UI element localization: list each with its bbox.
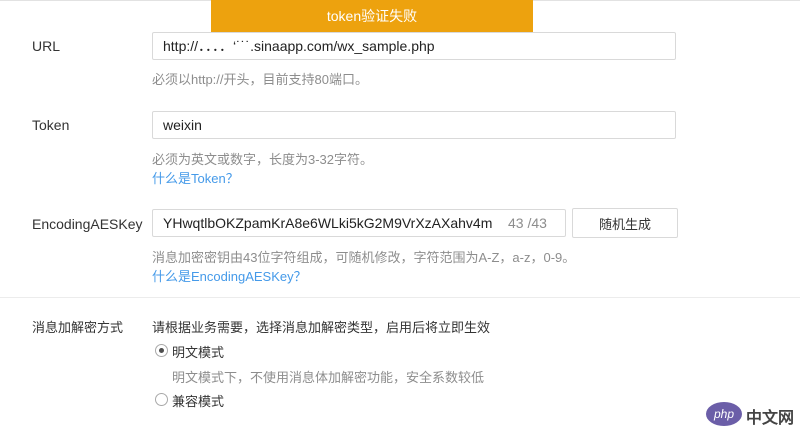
plaintext-mode-radio[interactable] [155,344,168,357]
url-label: URL [32,38,61,54]
aeskey-value: YHwqtlbOKZpamKrA8e6WLki5kG2M9VrXzAXahv4m [163,215,493,231]
site-watermark: php 中文网 [706,400,796,430]
plaintext-mode-label[interactable]: 明文模式 [172,342,224,361]
watermark-text: 中文网 [746,410,795,427]
aeskey-label: EncodingAESKey [32,216,143,232]
url-input[interactable]: http://．．．．‘˙˙˙.sinaapp.com/wx_sample.ph… [152,32,676,60]
generate-random-button[interactable]: 随机生成 [572,208,678,238]
compatible-mode-label[interactable]: 兼容模式 [172,391,224,410]
token-label: Token [32,117,70,133]
encryption-intro: 请根据业务需要，选择消息加解密类型，启用后将立即生效 [152,320,491,335]
aeskey-input[interactable]: YHwqtlbOKZpamKrA8e6WLki5kG2M9VrXzAXahv4m [152,209,566,237]
what-is-aeskey-link[interactable]: 什么是EncodingAESKey？ [152,266,307,285]
plaintext-mode-desc: 明文模式下，不使用消息体加解密功能，安全系数较低 [172,370,485,385]
what-is-token-link[interactable]: 什么是Token？ [152,168,239,187]
error-toast: token验证失败 [211,0,533,32]
encryption-label: 消息加解密方式 [32,320,124,335]
token-input[interactable]: weixin [152,111,676,139]
token-hint: 必须为英文或数字，长度为3-32字符。 [152,152,374,167]
section-divider [0,297,800,298]
aeskey-hint: 消息加密密钥由43位字符组成，可随机修改，字符范围为A-Z，a-z，0-9。 [152,250,576,265]
compatible-mode-radio[interactable] [155,393,168,406]
aeskey-char-counter: 43 /43 [508,215,547,231]
url-hint: 必须以http://开头，目前支持80端口。 [152,72,368,87]
php-logo: php [706,402,742,426]
